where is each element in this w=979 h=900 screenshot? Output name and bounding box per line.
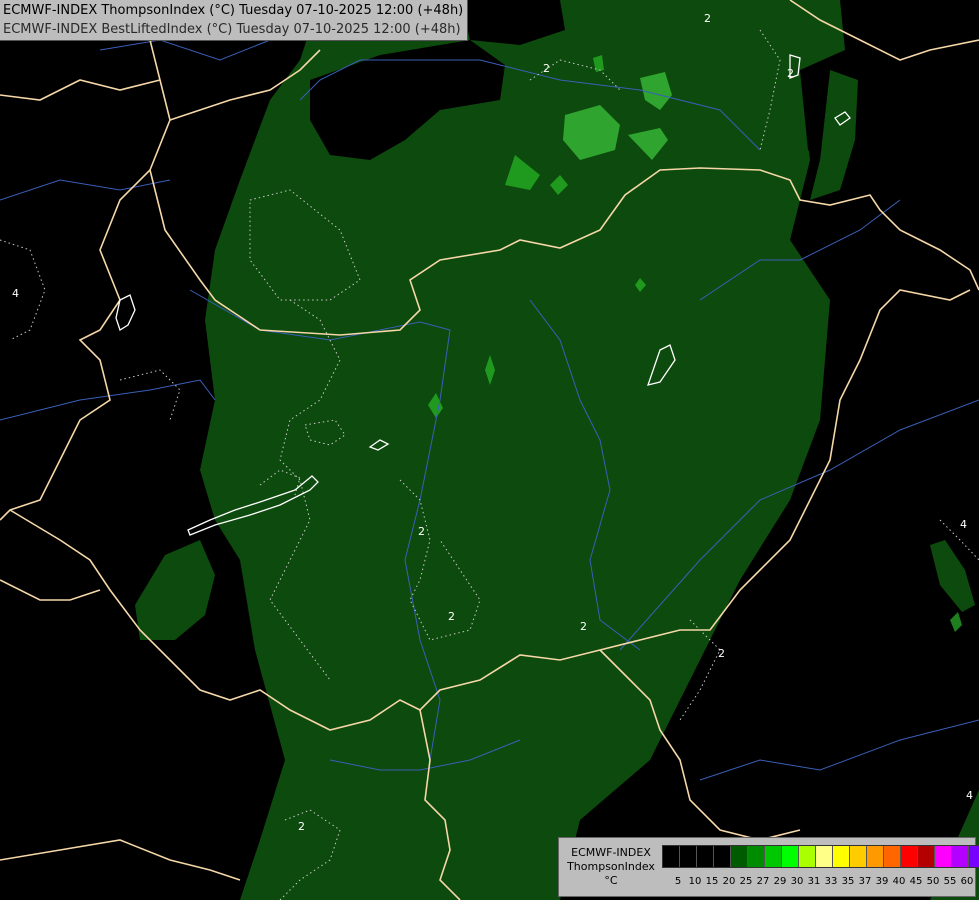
legend-tick-label: 15 <box>705 876 719 887</box>
contour-label: 2 <box>580 620 587 633</box>
legend-swatch <box>952 846 969 867</box>
legend-tick-label: 20 <box>722 876 736 887</box>
map-title-primary: ECMWF-INDEX ThompsonIndex (°C) Tuesday 0… <box>3 3 464 18</box>
legend-unit: °C <box>604 874 618 887</box>
legend-swatch <box>969 846 979 867</box>
legend-tick-label: 50 <box>926 876 940 887</box>
legend-swatch <box>748 846 765 867</box>
legend-tick-label: 60 <box>960 876 974 887</box>
map-title-box: ECMWF-INDEX ThompsonIndex (°C) Tuesday 0… <box>0 0 469 41</box>
contour-label: 4 <box>966 789 973 802</box>
legend-swatch <box>731 846 748 867</box>
legend-title-variable: ThompsonIndex <box>567 860 655 873</box>
contour-label: 2 <box>718 647 725 660</box>
legend-swatch <box>680 846 697 867</box>
legend-title: ECMWF-INDEX ThompsonIndex °C <box>563 846 659 888</box>
contour-label: 2 <box>704 12 711 25</box>
legend-swatch <box>901 846 918 867</box>
legend-tick-label: 55 <box>943 876 957 887</box>
legend-swatch <box>867 846 884 867</box>
legend-swatch <box>799 846 816 867</box>
legend-swatch <box>850 846 867 867</box>
contour-label: 2 <box>448 610 455 623</box>
legend-ticks: 5 10 15 20 25 27 29 30 31 33 35 37 39 40 45 50 55 60 <box>662 875 974 889</box>
legend-tick-label: 29 <box>773 876 787 887</box>
legend-swatch <box>782 846 799 867</box>
thompson-index-field <box>135 0 979 900</box>
legend-tick-label: 27 <box>756 876 770 887</box>
forecast-map: 2 2 2 2 2 2 2 2 4 4 4 <box>0 0 979 900</box>
legend-tick-label: 45 <box>909 876 923 887</box>
legend-swatch <box>697 846 714 867</box>
legend-tick-label: 37 <box>858 876 872 887</box>
legend-tick-label: 5 <box>674 876 682 887</box>
legend-tick-label: 10 <box>688 876 702 887</box>
legend-swatch <box>918 846 935 867</box>
legend-tick-label: 30 <box>790 876 804 887</box>
contour-label: 2 <box>787 67 794 80</box>
legend-swatch <box>833 846 850 867</box>
legend-tick-label: 35 <box>841 876 855 887</box>
legend-tick-label: 39 <box>875 876 889 887</box>
color-legend: ECMWF-INDEX ThompsonIndex °C 5 10 15 20 25 27… <box>558 837 979 897</box>
map-title-secondary: ECMWF-INDEX BestLiftedIndex (°C) Tuesday… <box>3 22 461 37</box>
legend-swatch <box>765 846 782 867</box>
contour-label: 4 <box>12 287 19 300</box>
legend-title-model: ECMWF-INDEX <box>571 846 651 859</box>
legend-tick-label: 40 <box>892 876 906 887</box>
legend-tick-label: 25 <box>739 876 753 887</box>
contour-label: 4 <box>960 518 967 531</box>
legend-swatch <box>935 846 952 867</box>
legend-swatch <box>663 846 680 867</box>
contour-label: 2 <box>418 525 425 538</box>
legend-tick-label: 33 <box>824 876 838 887</box>
contour-label: 2 <box>543 62 550 75</box>
contour-label: 2 <box>298 820 305 833</box>
legend-swatch <box>714 846 731 867</box>
legend-swatches <box>662 845 979 868</box>
legend-tick-label: 31 <box>807 876 821 887</box>
legend-swatch <box>884 846 901 867</box>
legend-swatch <box>816 846 833 867</box>
